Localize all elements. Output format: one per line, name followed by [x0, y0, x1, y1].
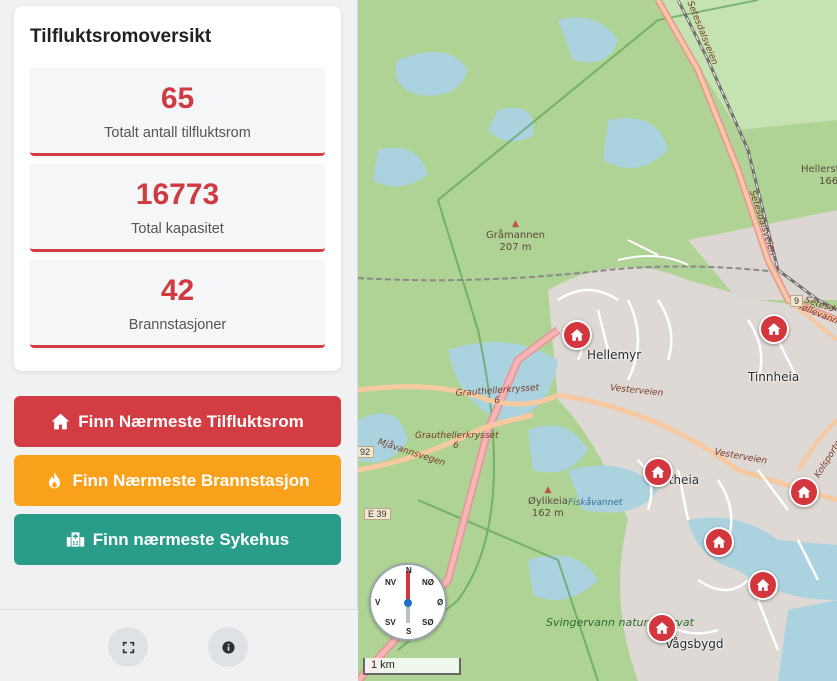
- shelter-marker[interactable]: [748, 570, 778, 600]
- stat-value: 42: [160, 274, 195, 307]
- home-icon: [651, 466, 665, 478]
- find-nearest-fire-station-button[interactable]: Finn Nærmeste Brannstasjon: [14, 455, 341, 506]
- compass-so: SØ: [422, 618, 434, 627]
- map-scale-bar: 1 km: [363, 658, 461, 675]
- home-icon: [712, 536, 726, 548]
- home-icon: [767, 323, 781, 335]
- home-icon: [756, 579, 770, 591]
- place-label-tinnheia: Tinnheia: [748, 370, 800, 384]
- button-label: Finn Nærmeste Tilfluktsrom: [78, 411, 304, 431]
- hill-label-gramannen: ▲ Gråmannen 207 m: [486, 219, 546, 253]
- fullscreen-button[interactable]: [108, 627, 148, 667]
- shelter-marker[interactable]: [789, 477, 819, 507]
- shelter-marker[interactable]: [759, 314, 789, 344]
- road-label-grauthellerkrysset-2: Grauthellerkrysset 6: [415, 431, 499, 451]
- road-shield-e39: E 39: [364, 508, 391, 520]
- home-icon: [52, 413, 70, 430]
- sidebar: Tilfluktsromoversikt 65 Totalt antall ti…: [0, 0, 358, 681]
- place-label-hellemyr: Hellemyr: [587, 348, 642, 362]
- stat-label: Total kapasitet: [131, 221, 224, 237]
- fullscreen-icon: [122, 641, 134, 653]
- button-label: Finn nærmeste Sykehus: [92, 529, 290, 549]
- shelter-marker[interactable]: [562, 320, 592, 350]
- shelter-marker[interactable]: [643, 457, 673, 487]
- info-button[interactable]: [208, 627, 248, 667]
- compass-o: Ø: [437, 598, 444, 607]
- place-label-hellerst: Hellerst 166: [801, 164, 837, 187]
- home-icon: [797, 486, 811, 498]
- map[interactable]: ▲ Gråmannen 207 m ▲ Øylikeia 162 m Helle…: [358, 0, 837, 681]
- water-label-fiskavannet: Fiskåvannet: [568, 498, 623, 508]
- compass-s: S: [406, 627, 412, 636]
- home-icon: [655, 622, 669, 634]
- place-label-vagsbygd: Vågsbygd: [665, 637, 724, 651]
- hill-label-oylikeia: ▲ Øylikeia 162 m: [528, 485, 568, 519]
- hospital-icon: [66, 532, 84, 547]
- compass-n: N: [406, 566, 412, 575]
- info-icon: [221, 640, 235, 654]
- shelter-marker[interactable]: [647, 613, 677, 643]
- stat-label: Brannstasjoner: [128, 317, 227, 333]
- road-shield-92: 92: [358, 446, 375, 458]
- stat-total-capacity: 16773 Total kapasitet: [30, 164, 325, 252]
- sidebar-footer: [0, 609, 358, 681]
- fire-icon: [49, 471, 61, 489]
- compass-no: NØ: [422, 578, 434, 587]
- stat-total-shelters: 65 Totalt antall tilfluktsrom: [30, 68, 325, 156]
- compass-nv: NV: [385, 578, 397, 587]
- compass-sv: SV: [385, 618, 396, 627]
- compass-v: V: [375, 598, 381, 607]
- stat-fire-stations: 42 Brannstasjoner: [30, 260, 325, 348]
- find-nearest-hospital-button[interactable]: Finn nærmeste Sykehus: [14, 514, 341, 565]
- stat-value: 16773: [135, 178, 220, 211]
- road-shield-9: 9: [790, 295, 804, 307]
- shelter-marker[interactable]: [704, 527, 734, 557]
- home-icon: [570, 329, 584, 341]
- find-nearest-shelter-button[interactable]: Finn Nærmeste Tilfluktsrom: [14, 396, 341, 447]
- button-label: Finn Nærmeste Brannstasjon: [72, 470, 310, 490]
- stats-title: Tilfluktsromoversikt: [30, 26, 212, 47]
- stats-card: Tilfluktsromoversikt 65 Totalt antall ti…: [14, 6, 341, 371]
- stat-value: 65: [160, 82, 195, 115]
- stat-label: Totalt antall tilfluktsrom: [104, 125, 251, 141]
- compass-control[interactable]: N NØ Ø SØ S SV V NV: [369, 563, 447, 641]
